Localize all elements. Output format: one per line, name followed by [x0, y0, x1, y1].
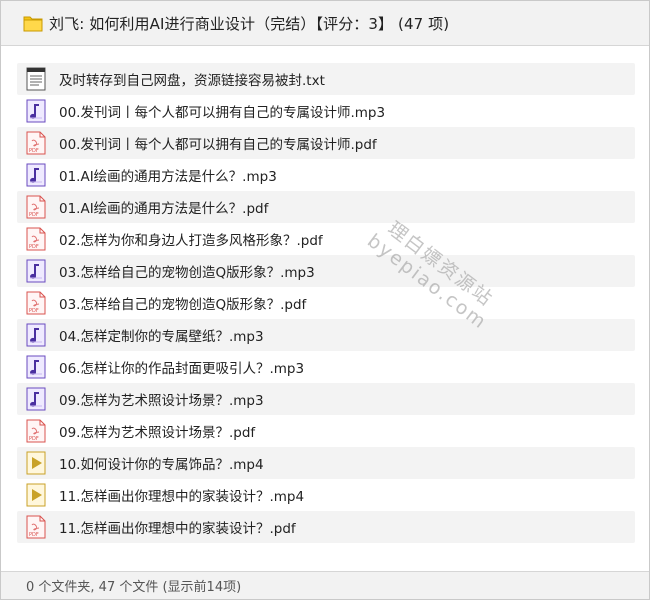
- mp3-file-icon: [25, 163, 47, 187]
- file-row[interactable]: 04.怎样定制你的专属壁纸？.mp3: [17, 319, 635, 351]
- file-name: 04.怎样定制你的专属壁纸？.mp3: [59, 329, 264, 345]
- file-count-summary: 0 个文件夹, 47 个文件 (显示前14项): [26, 580, 242, 595]
- file-name: 06.怎样让你的作品封面更吸引人？.mp3: [59, 361, 305, 377]
- mp3-file-icon: [25, 387, 47, 411]
- pdf-file-icon: PDF: [25, 291, 47, 315]
- status-bar: 0 个文件夹, 47 个文件 (显示前14项): [1, 571, 649, 599]
- window-header: 刘飞: 如何利用AI进行商业设计（完结）【评分：3】 (47 项): [1, 1, 649, 46]
- mp3-file-icon: [25, 99, 47, 123]
- file-row[interactable]: 10.如何设计你的专属饰品？.mp4: [17, 447, 635, 479]
- mp4-file-icon: [25, 483, 47, 507]
- svg-text:PDF: PDF: [29, 212, 39, 218]
- file-row[interactable]: 06.怎样让你的作品封面更吸引人？.mp3: [17, 351, 635, 383]
- svg-text:PDF: PDF: [29, 436, 39, 442]
- file-row[interactable]: 及时转存到自己网盘，资源链接容易被封.txt: [17, 63, 635, 95]
- pdf-file-icon: PDF: [25, 515, 47, 539]
- mp3-file-icon: [25, 259, 47, 283]
- file-name: 01.AI绘画的通用方法是什么？.pdf: [59, 201, 269, 217]
- svg-text:PDF: PDF: [29, 148, 39, 154]
- pdf-file-icon: PDF: [25, 195, 47, 219]
- file-name: 00.发刊词丨每个人都可以拥有自己的专属设计师.mp3: [59, 105, 386, 121]
- file-name: 01.AI绘画的通用方法是什么？.mp3: [59, 169, 277, 185]
- file-name: 及时转存到自己网盘，资源链接容易被封.txt: [59, 73, 325, 89]
- svg-text:PDF: PDF: [29, 532, 39, 538]
- pdf-file-icon: PDF: [25, 419, 47, 443]
- file-list: 及时转存到自己网盘，资源链接容易被封.txt 00.发刊词丨每个人都可以拥有自己的…: [17, 63, 635, 543]
- file-row[interactable]: PDF 00.发刊词丨每个人都可以拥有自己的专属设计师.pdf: [17, 127, 635, 159]
- mp3-file-icon: [25, 355, 47, 379]
- file-row[interactable]: 03.怎样给自己的宠物创造Q版形象？.mp3: [17, 255, 635, 287]
- mp4-file-icon: [25, 451, 47, 475]
- folder-title: 刘飞: 如何利用AI进行商业设计（完结）【评分：3】 (47 项): [49, 14, 450, 33]
- pdf-file-icon: PDF: [25, 131, 47, 155]
- folder-icon: [23, 16, 43, 32]
- file-name: 09.怎样为艺术照设计场景？.mp3: [59, 393, 264, 409]
- file-name: 10.如何设计你的专属饰品？.mp4: [59, 457, 264, 473]
- file-name: 11.怎样画出你理想中的家装设计？.pdf: [59, 521, 296, 537]
- pdf-file-icon: PDF: [25, 227, 47, 251]
- file-row[interactable]: 11.怎样画出你理想中的家装设计？.mp4: [17, 479, 635, 511]
- file-row[interactable]: PDF 09.怎样为艺术照设计场景？.pdf: [17, 415, 635, 447]
- file-name: 09.怎样为艺术照设计场景？.pdf: [59, 425, 256, 441]
- file-row[interactable]: PDF 11.怎样画出你理想中的家装设计？.pdf: [17, 511, 635, 543]
- svg-text:PDF: PDF: [29, 244, 39, 250]
- file-name: 11.怎样画出你理想中的家装设计？.mp4: [59, 489, 305, 505]
- file-name: 03.怎样给自己的宠物创造Q版形象？.mp3: [59, 265, 315, 281]
- file-row[interactable]: 01.AI绘画的通用方法是什么？.mp3: [17, 159, 635, 191]
- file-row[interactable]: 00.发刊词丨每个人都可以拥有自己的专属设计师.mp3: [17, 95, 635, 127]
- mp3-file-icon: [25, 323, 47, 347]
- file-name: 00.发刊词丨每个人都可以拥有自己的专属设计师.pdf: [59, 137, 377, 153]
- svg-text:PDF: PDF: [29, 308, 39, 314]
- file-name: 02.怎样为你和身边人打造多风格形象？.pdf: [59, 233, 323, 249]
- file-row[interactable]: PDF 03.怎样给自己的宠物创造Q版形象？.pdf: [17, 287, 635, 319]
- file-row[interactable]: PDF 02.怎样为你和身边人打造多风格形象？.pdf: [17, 223, 635, 255]
- file-list-window: 刘飞: 如何利用AI进行商业设计（完结）【评分：3】 (47 项) 及时转存到自…: [0, 0, 650, 600]
- file-row[interactable]: PDF 01.AI绘画的通用方法是什么？.pdf: [17, 191, 635, 223]
- txt-file-icon: [25, 67, 47, 91]
- file-row[interactable]: 09.怎样为艺术照设计场景？.mp3: [17, 383, 635, 415]
- file-name: 03.怎样给自己的宠物创造Q版形象？.pdf: [59, 297, 307, 313]
